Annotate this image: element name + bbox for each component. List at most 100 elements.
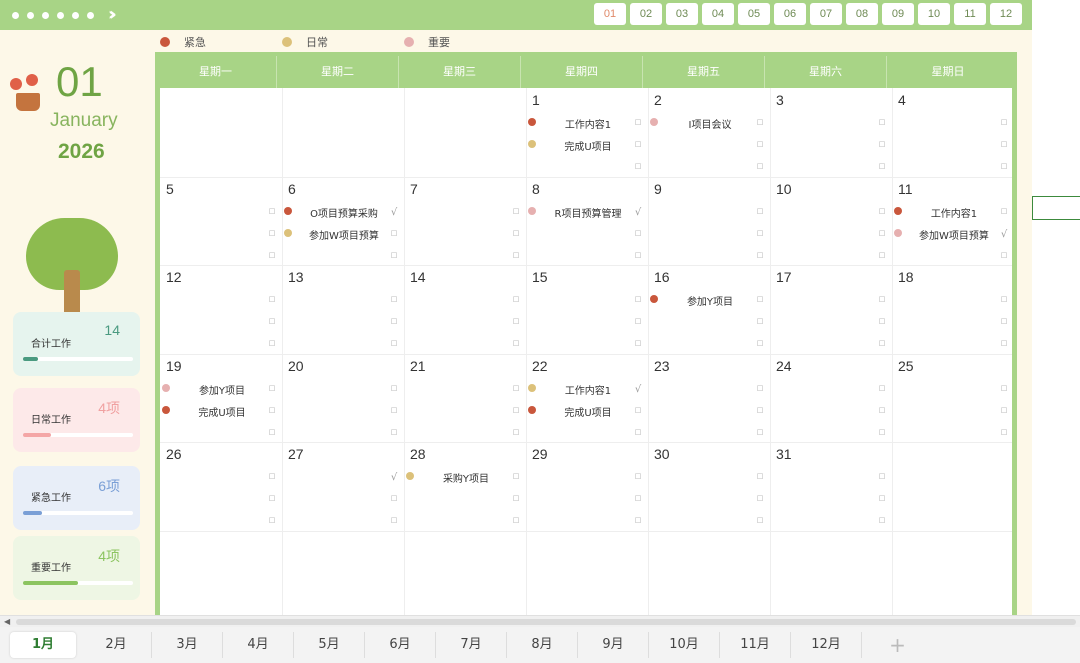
- checkbox-icon[interactable]: □: [755, 428, 765, 436]
- checkbox-icon[interactable]: □: [999, 162, 1009, 170]
- checkbox-icon[interactable]: □: [267, 295, 277, 303]
- month-button-09[interactable]: 09: [882, 3, 914, 25]
- checkbox-icon[interactable]: □: [999, 140, 1009, 148]
- checkbox-icon[interactable]: □: [999, 406, 1009, 414]
- calendar-event[interactable]: 完成U项目: [528, 138, 640, 153]
- checkbox-icon[interactable]: □: [511, 339, 521, 347]
- checkbox-icon[interactable]: □: [633, 472, 643, 480]
- checkbox-icon[interactable]: □: [389, 384, 399, 392]
- checkbox-icon[interactable]: □: [389, 251, 399, 259]
- checkbox-icon[interactable]: □: [877, 207, 887, 215]
- checkbox-icon[interactable]: □: [755, 207, 765, 215]
- calendar-event[interactable]: 参加Y项目: [650, 293, 762, 308]
- month-button-03[interactable]: 03: [666, 3, 698, 25]
- calendar-event[interactable]: 参加W项目预算: [284, 227, 396, 242]
- checkbox-icon[interactable]: □: [755, 317, 765, 325]
- checkbox-icon[interactable]: □: [877, 384, 887, 392]
- calendar-event[interactable]: O项目预算采购: [284, 205, 396, 220]
- checkbox-icon[interactable]: □: [267, 428, 277, 436]
- month-button-04[interactable]: 04: [702, 3, 734, 25]
- checkbox-icon[interactable]: □: [755, 229, 765, 237]
- checkbox-icon[interactable]: □: [877, 140, 887, 148]
- calendar-event[interactable]: 工作内容1: [894, 205, 1006, 220]
- add-sheet-button[interactable]: +: [862, 632, 933, 658]
- calendar-event[interactable]: 完成U项目: [162, 404, 274, 419]
- checkbox-icon[interactable]: □: [999, 428, 1009, 436]
- month-button-01[interactable]: 01: [594, 3, 626, 25]
- checkbox-icon[interactable]: □: [755, 494, 765, 502]
- month-button-06[interactable]: 06: [774, 3, 806, 25]
- month-button-05[interactable]: 05: [738, 3, 770, 25]
- month-button-11[interactable]: 11: [954, 3, 986, 25]
- checkbox-icon[interactable]: □: [999, 339, 1009, 347]
- checkbox-icon[interactable]: □: [877, 339, 887, 347]
- sheet-tab-1[interactable]: 1月: [10, 632, 76, 658]
- checkbox-icon[interactable]: □: [877, 229, 887, 237]
- checkbox-icon[interactable]: □: [511, 317, 521, 325]
- calendar-event[interactable]: 参加Y项目: [162, 382, 274, 397]
- checkbox-icon[interactable]: □: [999, 317, 1009, 325]
- calendar-event[interactable]: R项目预算管理: [528, 205, 640, 220]
- month-button-02[interactable]: 02: [630, 3, 662, 25]
- checkbox-icon[interactable]: □: [633, 229, 643, 237]
- checkbox-icon[interactable]: □: [389, 516, 399, 524]
- checkbox-icon[interactable]: □: [755, 339, 765, 347]
- horizontal-scrollbar[interactable]: ◀: [0, 615, 1080, 627]
- checkbox-icon[interactable]: □: [511, 229, 521, 237]
- checkbox-icon[interactable]: □: [999, 295, 1009, 303]
- checkbox-icon[interactable]: □: [755, 251, 765, 259]
- checkbox-icon[interactable]: □: [511, 251, 521, 259]
- sheet-tab-11[interactable]: 11月: [720, 632, 791, 658]
- checkbox-icon[interactable]: □: [633, 428, 643, 436]
- checkbox-icon[interactable]: □: [511, 516, 521, 524]
- checkbox-icon[interactable]: □: [389, 317, 399, 325]
- sheet-tab-5[interactable]: 5月: [294, 632, 365, 658]
- checkbox-icon[interactable]: □: [267, 472, 277, 480]
- checkbox-icon[interactable]: □: [389, 406, 399, 414]
- checkbox-icon[interactable]: □: [999, 118, 1009, 126]
- checkbox-icon[interactable]: □: [267, 516, 277, 524]
- calendar-event[interactable]: I项目会议: [650, 116, 762, 131]
- checkbox-icon[interactable]: □: [755, 384, 765, 392]
- checkbox-icon[interactable]: □: [389, 339, 399, 347]
- checkbox-icon[interactable]: □: [267, 251, 277, 259]
- checkbox-icon[interactable]: □: [267, 229, 277, 237]
- checkbox-icon[interactable]: □: [389, 428, 399, 436]
- checkbox-icon[interactable]: □: [877, 162, 887, 170]
- checkbox-icon[interactable]: □: [877, 494, 887, 502]
- checkbox-icon[interactable]: □: [999, 384, 1009, 392]
- sheet-tab-10[interactable]: 10月: [649, 632, 720, 658]
- checkbox-icon[interactable]: □: [633, 162, 643, 170]
- calendar-event[interactable]: 工作内容1: [528, 382, 640, 397]
- sheet-tab-2[interactable]: 2月: [81, 632, 152, 658]
- checkbox-icon[interactable]: □: [755, 162, 765, 170]
- checkbox-icon[interactable]: □: [511, 406, 521, 414]
- calendar-event[interactable]: 完成U项目: [528, 404, 640, 419]
- sheet-tab-9[interactable]: 9月: [578, 632, 649, 658]
- checkbox-icon[interactable]: □: [877, 428, 887, 436]
- calendar-event[interactable]: 采购Y项目: [406, 470, 518, 485]
- checkbox-icon[interactable]: □: [877, 406, 887, 414]
- checkbox-icon[interactable]: □: [511, 428, 521, 436]
- calendar-event[interactable]: 工作内容1: [528, 116, 640, 131]
- checkbox-icon[interactable]: □: [633, 516, 643, 524]
- sheet-tab-7[interactable]: 7月: [436, 632, 507, 658]
- scrollbar-thumb[interactable]: [16, 619, 1076, 625]
- checkbox-icon[interactable]: □: [755, 140, 765, 148]
- checkbox-icon[interactable]: □: [633, 295, 643, 303]
- checkbox-icon[interactable]: □: [877, 118, 887, 126]
- checkbox-icon[interactable]: □: [511, 494, 521, 502]
- month-button-07[interactable]: 07: [810, 3, 842, 25]
- checked-icon[interactable]: √: [389, 472, 399, 483]
- checkbox-icon[interactable]: □: [267, 207, 277, 215]
- scroll-left-icon[interactable]: ◀: [4, 617, 10, 626]
- checkbox-icon[interactable]: □: [511, 295, 521, 303]
- month-button-08[interactable]: 08: [846, 3, 878, 25]
- checkbox-icon[interactable]: □: [633, 339, 643, 347]
- checkbox-icon[interactable]: □: [999, 251, 1009, 259]
- sheet-tab-12[interactable]: 12月: [791, 632, 862, 658]
- checkbox-icon[interactable]: □: [877, 516, 887, 524]
- checkbox-icon[interactable]: □: [267, 339, 277, 347]
- calendar-event[interactable]: 参加W项目预算: [894, 227, 1006, 242]
- sheet-tab-3[interactable]: 3月: [152, 632, 223, 658]
